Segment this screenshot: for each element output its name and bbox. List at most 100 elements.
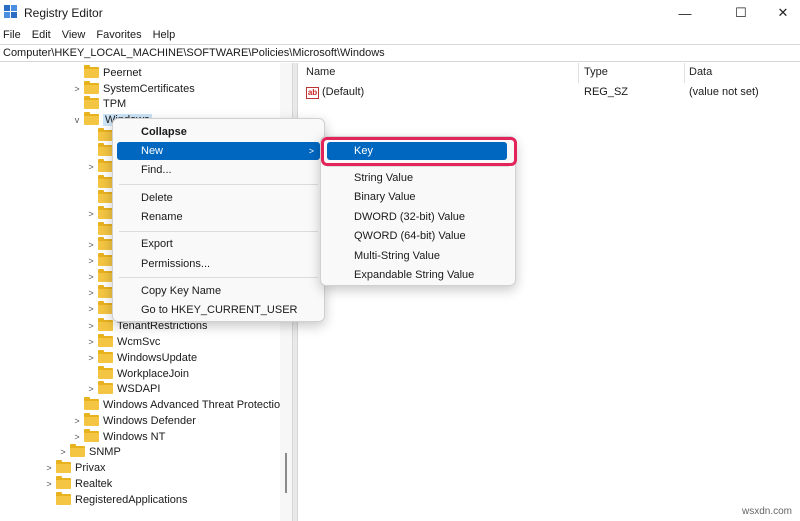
menu-item-multi-string-value[interactable]: Multi-String Value bbox=[325, 247, 511, 265]
chevron-right-icon[interactable]: > bbox=[44, 476, 54, 491]
folder-icon bbox=[98, 253, 113, 266]
maximize-button[interactable]: ☐ bbox=[718, 0, 764, 26]
menu-item-string-value[interactable]: String Value bbox=[325, 169, 511, 187]
tree-node-label: SystemCertificates bbox=[103, 82, 195, 95]
tree-node-label: WcmSvc bbox=[117, 335, 161, 348]
menu-item-new[interactable]: New > bbox=[117, 142, 320, 160]
menu-item-binary-value[interactable]: Binary Value bbox=[325, 188, 511, 206]
folder-icon bbox=[84, 397, 99, 410]
expander[interactable] bbox=[44, 492, 54, 507]
tree-node-label: WSDAPI bbox=[117, 382, 161, 395]
tree-node-systemcertificates[interactable]: > SystemCertificates bbox=[72, 81, 195, 96]
close-button[interactable]: ✕ bbox=[760, 0, 800, 26]
chevron-right-icon[interactable]: > bbox=[86, 159, 96, 174]
tree-node-label: SNMP bbox=[89, 445, 121, 458]
chevron-right-icon[interactable]: > bbox=[86, 318, 96, 333]
menu-edit[interactable]: Edit bbox=[28, 27, 58, 43]
tree-node-realtek[interactable]: > Realtek bbox=[44, 476, 112, 491]
menu-item-copy-key-name[interactable]: Copy Key Name bbox=[117, 282, 320, 300]
chevron-down-icon[interactable]: v bbox=[72, 112, 82, 127]
tree-node-wcmsvc[interactable]: > WcmSvc bbox=[86, 334, 160, 349]
folder-icon bbox=[98, 128, 113, 141]
menu-favorites[interactable]: Favorites bbox=[92, 27, 148, 43]
tree-node-peernet[interactable]: Peernet bbox=[72, 65, 142, 80]
tree-node-registeredapplications[interactable]: RegisteredApplications bbox=[44, 492, 188, 507]
tree-node-label: Windows Defender bbox=[103, 414, 196, 427]
folder-icon bbox=[84, 112, 99, 125]
tree-node-workplacejoin[interactable]: WorkplaceJoin bbox=[86, 366, 189, 381]
tree-node-privax[interactable]: > Privax bbox=[44, 460, 106, 475]
menu-bar: File Edit View Favorites Help bbox=[0, 27, 182, 43]
chevron-right-icon[interactable]: > bbox=[86, 237, 96, 252]
minimize-button[interactable]: — bbox=[662, 0, 708, 26]
folder-icon bbox=[84, 65, 99, 78]
menu-item-expandable-string-value[interactable]: Expandable String Value bbox=[325, 266, 511, 284]
chevron-right-icon[interactable]: > bbox=[72, 429, 82, 444]
menu-item-rename[interactable]: Rename bbox=[117, 208, 320, 226]
column-divider[interactable] bbox=[578, 63, 579, 83]
menu-separator bbox=[119, 184, 318, 185]
tree-node-windowsupdate[interactable]: > WindowsUpdate bbox=[86, 350, 197, 365]
chevron-right-icon[interactable]: > bbox=[72, 81, 82, 96]
folder-icon bbox=[98, 381, 113, 394]
registry-editor-icon bbox=[4, 5, 18, 19]
tree-node-label: WindowsUpdate bbox=[117, 351, 198, 364]
chevron-right-icon[interactable]: > bbox=[86, 206, 96, 221]
folder-icon bbox=[98, 366, 113, 379]
tree-node-label: Windows NT bbox=[103, 430, 166, 443]
chevron-right-icon[interactable]: > bbox=[86, 269, 96, 284]
chevron-right-icon[interactable]: > bbox=[86, 334, 96, 349]
tree-node-tpm[interactable]: TPM bbox=[72, 96, 126, 111]
column-divider[interactable] bbox=[684, 63, 685, 83]
column-header-type[interactable]: Type bbox=[584, 66, 608, 82]
tree-node-windows-atp[interactable]: Windows Advanced Threat Protection bbox=[72, 397, 286, 412]
menu-item-export[interactable]: Export bbox=[117, 235, 320, 253]
menu-item-dword-value[interactable]: DWORD (32-bit) Value bbox=[325, 208, 511, 226]
menu-file[interactable]: File bbox=[0, 27, 28, 43]
chevron-right-icon[interactable]: > bbox=[58, 444, 68, 459]
menu-item-find[interactable]: Find... bbox=[117, 161, 320, 179]
expander[interactable] bbox=[72, 65, 82, 80]
menu-view[interactable]: View bbox=[58, 27, 93, 43]
folder-icon bbox=[56, 460, 71, 473]
menu-item-collapse[interactable]: Collapse bbox=[117, 123, 320, 141]
chevron-right-icon[interactable]: > bbox=[44, 460, 54, 475]
menu-separator bbox=[119, 277, 318, 278]
chevron-right-icon[interactable]: > bbox=[86, 350, 96, 365]
folder-icon bbox=[98, 350, 113, 363]
menu-item-delete[interactable]: Delete bbox=[117, 189, 320, 207]
column-header-data[interactable]: Data bbox=[689, 66, 712, 82]
column-header-name[interactable]: Name bbox=[306, 66, 335, 82]
scrollbar-thumb[interactable] bbox=[285, 453, 287, 493]
menu-item-qword-value[interactable]: QWORD (64-bit) Value bbox=[325, 227, 511, 245]
chevron-right-icon[interactable]: > bbox=[86, 253, 96, 268]
folder-icon bbox=[84, 81, 99, 94]
address-bar[interactable]: Computer\HKEY_LOCAL_MACHINE\SOFTWARE\Pol… bbox=[0, 44, 800, 62]
tree-node-snmp[interactable]: > SNMP bbox=[58, 444, 121, 459]
tree-context-menu: Collapse New > Find... Delete Rename Exp… bbox=[112, 118, 325, 322]
menu-item-permissions[interactable]: Permissions... bbox=[117, 255, 320, 273]
highlight-callout bbox=[321, 137, 517, 166]
folder-icon bbox=[98, 222, 113, 235]
chevron-right-icon[interactable]: > bbox=[86, 301, 96, 316]
folder-icon bbox=[98, 190, 113, 203]
folder-icon bbox=[56, 492, 71, 505]
chevron-right-icon[interactable]: > bbox=[86, 381, 96, 396]
expander[interactable] bbox=[72, 96, 82, 111]
expander[interactable] bbox=[72, 397, 82, 412]
folder-icon bbox=[98, 334, 113, 347]
watermark: wsxdn.com bbox=[741, 506, 792, 517]
value-data: (value not set) bbox=[689, 86, 759, 98]
tree-node-wsdapi[interactable]: > WSDAPI bbox=[86, 381, 160, 396]
chevron-right-icon[interactable]: > bbox=[72, 413, 82, 428]
expander[interactable] bbox=[86, 366, 96, 381]
tree-node-windows-defender[interactable]: > Windows Defender bbox=[72, 413, 196, 428]
menu-help[interactable]: Help bbox=[149, 27, 183, 43]
values-pane[interactable]: Name Type Data ab (Default) REG_SZ (valu… bbox=[298, 63, 800, 521]
chevron-right-icon[interactable]: > bbox=[86, 285, 96, 300]
window-title: Registry Editor bbox=[24, 6, 103, 20]
menu-item-goto-hkcu[interactable]: Go to HKEY_CURRENT_USER bbox=[117, 301, 320, 319]
tree-node-windows-nt[interactable]: > Windows NT bbox=[72, 429, 165, 444]
value-name[interactable]: (Default) bbox=[322, 86, 364, 98]
folder-icon bbox=[98, 269, 113, 282]
